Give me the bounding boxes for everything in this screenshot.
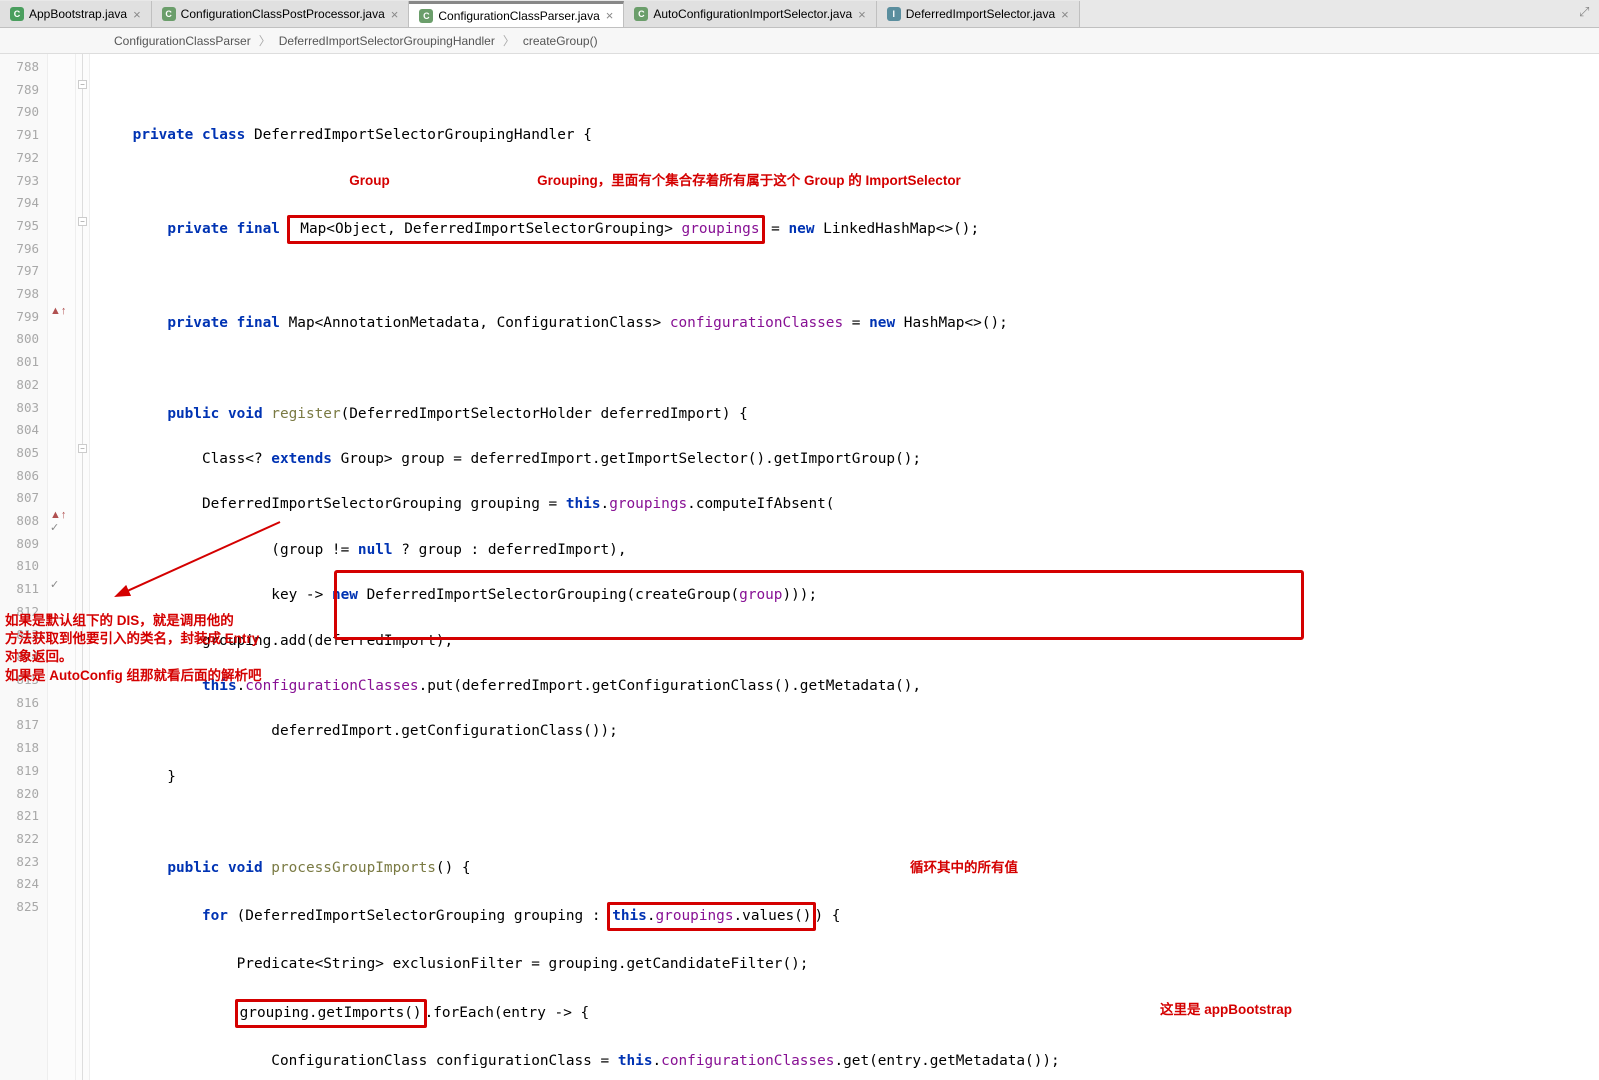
- annotation-label: 循环其中的所有值: [910, 857, 1018, 880]
- bookmark-icon[interactable]: ▲↑: [50, 305, 66, 317]
- java-class-icon: C: [162, 7, 176, 21]
- code-line: ConfigurationClass configurationClass = …: [98, 1050, 1599, 1073]
- tab-label: AppBootstrap.java: [29, 7, 127, 21]
- code-line: Predicate<String> exclusionFilter = grou…: [98, 953, 1599, 976]
- code-editor[interactable]: 7887897907917927937947957967977987998008…: [0, 54, 1599, 1080]
- code-line: deferredImport.getConfigurationClass());: [98, 720, 1599, 743]
- code-line: public void processGroupImports() {循环其中的…: [98, 857, 1599, 880]
- tab-label: AutoConfigurationImportSelector.java: [653, 7, 852, 21]
- tab-configparser[interactable]: C ConfigurationClassParser.java ×: [409, 1, 624, 27]
- close-icon[interactable]: ×: [606, 8, 614, 23]
- code-line: private class DeferredImportSelectorGrou…: [98, 124, 1599, 147]
- code-line: (group != null ? group : deferredImport)…: [98, 539, 1599, 562]
- code-line: Group Grouping，里面有个集合存着所有属于这个 Group 的 Im…: [98, 170, 1599, 193]
- annotation-label: Group: [349, 173, 390, 188]
- fold-toggle[interactable]: −: [78, 80, 87, 89]
- line-numbers: 7887897907917927937947957967977987998008…: [0, 54, 48, 1080]
- code-line: [98, 79, 1599, 102]
- code-line: [98, 357, 1599, 380]
- java-class-icon: C: [634, 7, 648, 21]
- tab-autoconfig[interactable]: C AutoConfigurationImportSelector.java ×: [624, 1, 876, 27]
- tab-label: DeferredImportSelector.java: [906, 7, 1055, 21]
- editor-tabs: C AppBootstrap.java × C ConfigurationClassP…: [0, 0, 1599, 28]
- breadcrumb-item[interactable]: createGroup(): [523, 34, 598, 48]
- code-line: key -> new DeferredImportSelectorGroupin…: [98, 584, 1599, 607]
- annotation-side-note: 如果是默认组下的 DIS，就是调用他的 方法获取到他要引入的类名，封装成 Ent…: [5, 612, 261, 685]
- fold-gutter: − − −: [76, 54, 90, 1080]
- code-line: grouping.add(deferredImport);: [98, 630, 1599, 653]
- close-icon[interactable]: ×: [858, 7, 866, 22]
- fold-toggle[interactable]: −: [78, 217, 87, 226]
- tab-configpostproc[interactable]: C ConfigurationClassPostProcessor.java ×: [152, 1, 410, 27]
- java-class-icon: C: [419, 9, 433, 23]
- tab-deferredimport[interactable]: I DeferredImportSelector.java ×: [877, 1, 1080, 27]
- code-line: [98, 811, 1599, 834]
- close-icon[interactable]: ×: [1061, 7, 1069, 22]
- java-interface-icon: I: [887, 7, 901, 21]
- close-icon[interactable]: ×: [133, 7, 141, 22]
- code-line: for (DeferredImportSelectorGrouping grou…: [98, 902, 1599, 931]
- code-line: private final Map<Object, DeferredImport…: [98, 215, 1599, 244]
- annotation-label: 这里是 appBootstrap: [1160, 999, 1292, 1022]
- code-line: grouping.getImports().forEach(entry -> {…: [98, 999, 1599, 1028]
- bookmark-icon[interactable]: ▲↑ ✓: [50, 509, 75, 534]
- breadcrumb-item[interactable]: DeferredImportSelectorGroupingHandler: [279, 34, 495, 48]
- chevron-right-icon: 〉: [503, 32, 515, 49]
- code-line: [98, 266, 1599, 289]
- breadcrumb: ConfigurationClassParser 〉 DeferredImpor…: [0, 28, 1599, 54]
- annotation-label: Grouping，里面有个集合存着所有属于这个 Group 的 ImportSe…: [537, 173, 961, 188]
- breadcrumb-item[interactable]: ConfigurationClassParser: [114, 34, 251, 48]
- code-line: Class<? extends Group> group = deferredI…: [98, 448, 1599, 471]
- fold-toggle[interactable]: −: [78, 444, 87, 453]
- tab-label: ConfigurationClassParser.java: [438, 9, 599, 23]
- tab-appbootstrap[interactable]: C AppBootstrap.java ×: [0, 1, 152, 27]
- code-line: private final Map<AnnotationMetadata, Co…: [98, 312, 1599, 335]
- chevron-right-icon: 〉: [259, 32, 271, 49]
- code-line: DeferredImportSelectorGrouping grouping …: [98, 493, 1599, 516]
- code-line: public void register(DeferredImportSelec…: [98, 403, 1599, 426]
- marker-gutter: ▲↑ ▲↑ ✓ ✓: [48, 54, 76, 1080]
- code-line: this.configurationClasses.put(deferredIm…: [98, 675, 1599, 698]
- close-icon[interactable]: ×: [391, 7, 399, 22]
- check-icon[interactable]: ✓: [50, 578, 59, 591]
- tab-label: ConfigurationClassPostProcessor.java: [181, 7, 385, 21]
- code-area[interactable]: private class DeferredImportSelectorGrou…: [90, 54, 1599, 1080]
- java-class-icon: C: [10, 7, 24, 21]
- code-line: }: [98, 766, 1599, 789]
- expand-icon[interactable]: ⤢: [1579, 4, 1595, 20]
